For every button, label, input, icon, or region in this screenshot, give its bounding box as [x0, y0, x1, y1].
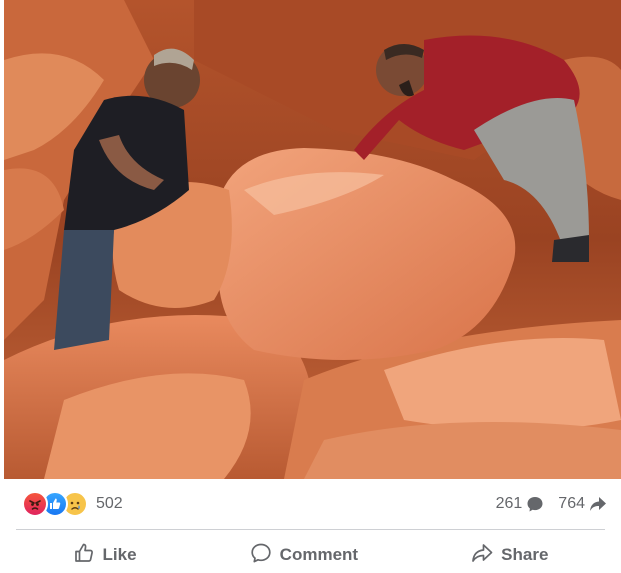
post-video-frame[interactable]: [4, 0, 621, 479]
share-label: Share: [501, 545, 549, 564]
comment-icon: [250, 542, 272, 569]
share-count[interactable]: 764: [558, 495, 585, 513]
comment-button[interactable]: Comment: [230, 538, 378, 573]
reactions-summary[interactable]: 502: [22, 491, 123, 517]
thumbs-up-icon: [73, 542, 95, 569]
angry-reaction-icon: [22, 491, 48, 517]
stats-divider: [16, 529, 605, 530]
comment-share-stats: 261 764: [496, 492, 607, 516]
comment-count[interactable]: 261: [496, 495, 523, 513]
post-card: 502 261 764 Like Comment Share: [0, 0, 621, 573]
share-button[interactable]: Share: [451, 538, 568, 573]
engagement-stats: 502 261 764: [0, 479, 621, 529]
reaction-count: 502: [96, 495, 123, 512]
share-icon: [471, 542, 493, 569]
video-image: [4, 0, 621, 479]
comment-bubble-icon: [526, 495, 544, 513]
comment-label: Comment: [279, 545, 359, 564]
share-arrow-icon: [589, 495, 607, 513]
like-label: Like: [102, 545, 137, 564]
post-actions: Like Comment Share: [16, 537, 605, 573]
like-button[interactable]: Like: [53, 538, 157, 573]
